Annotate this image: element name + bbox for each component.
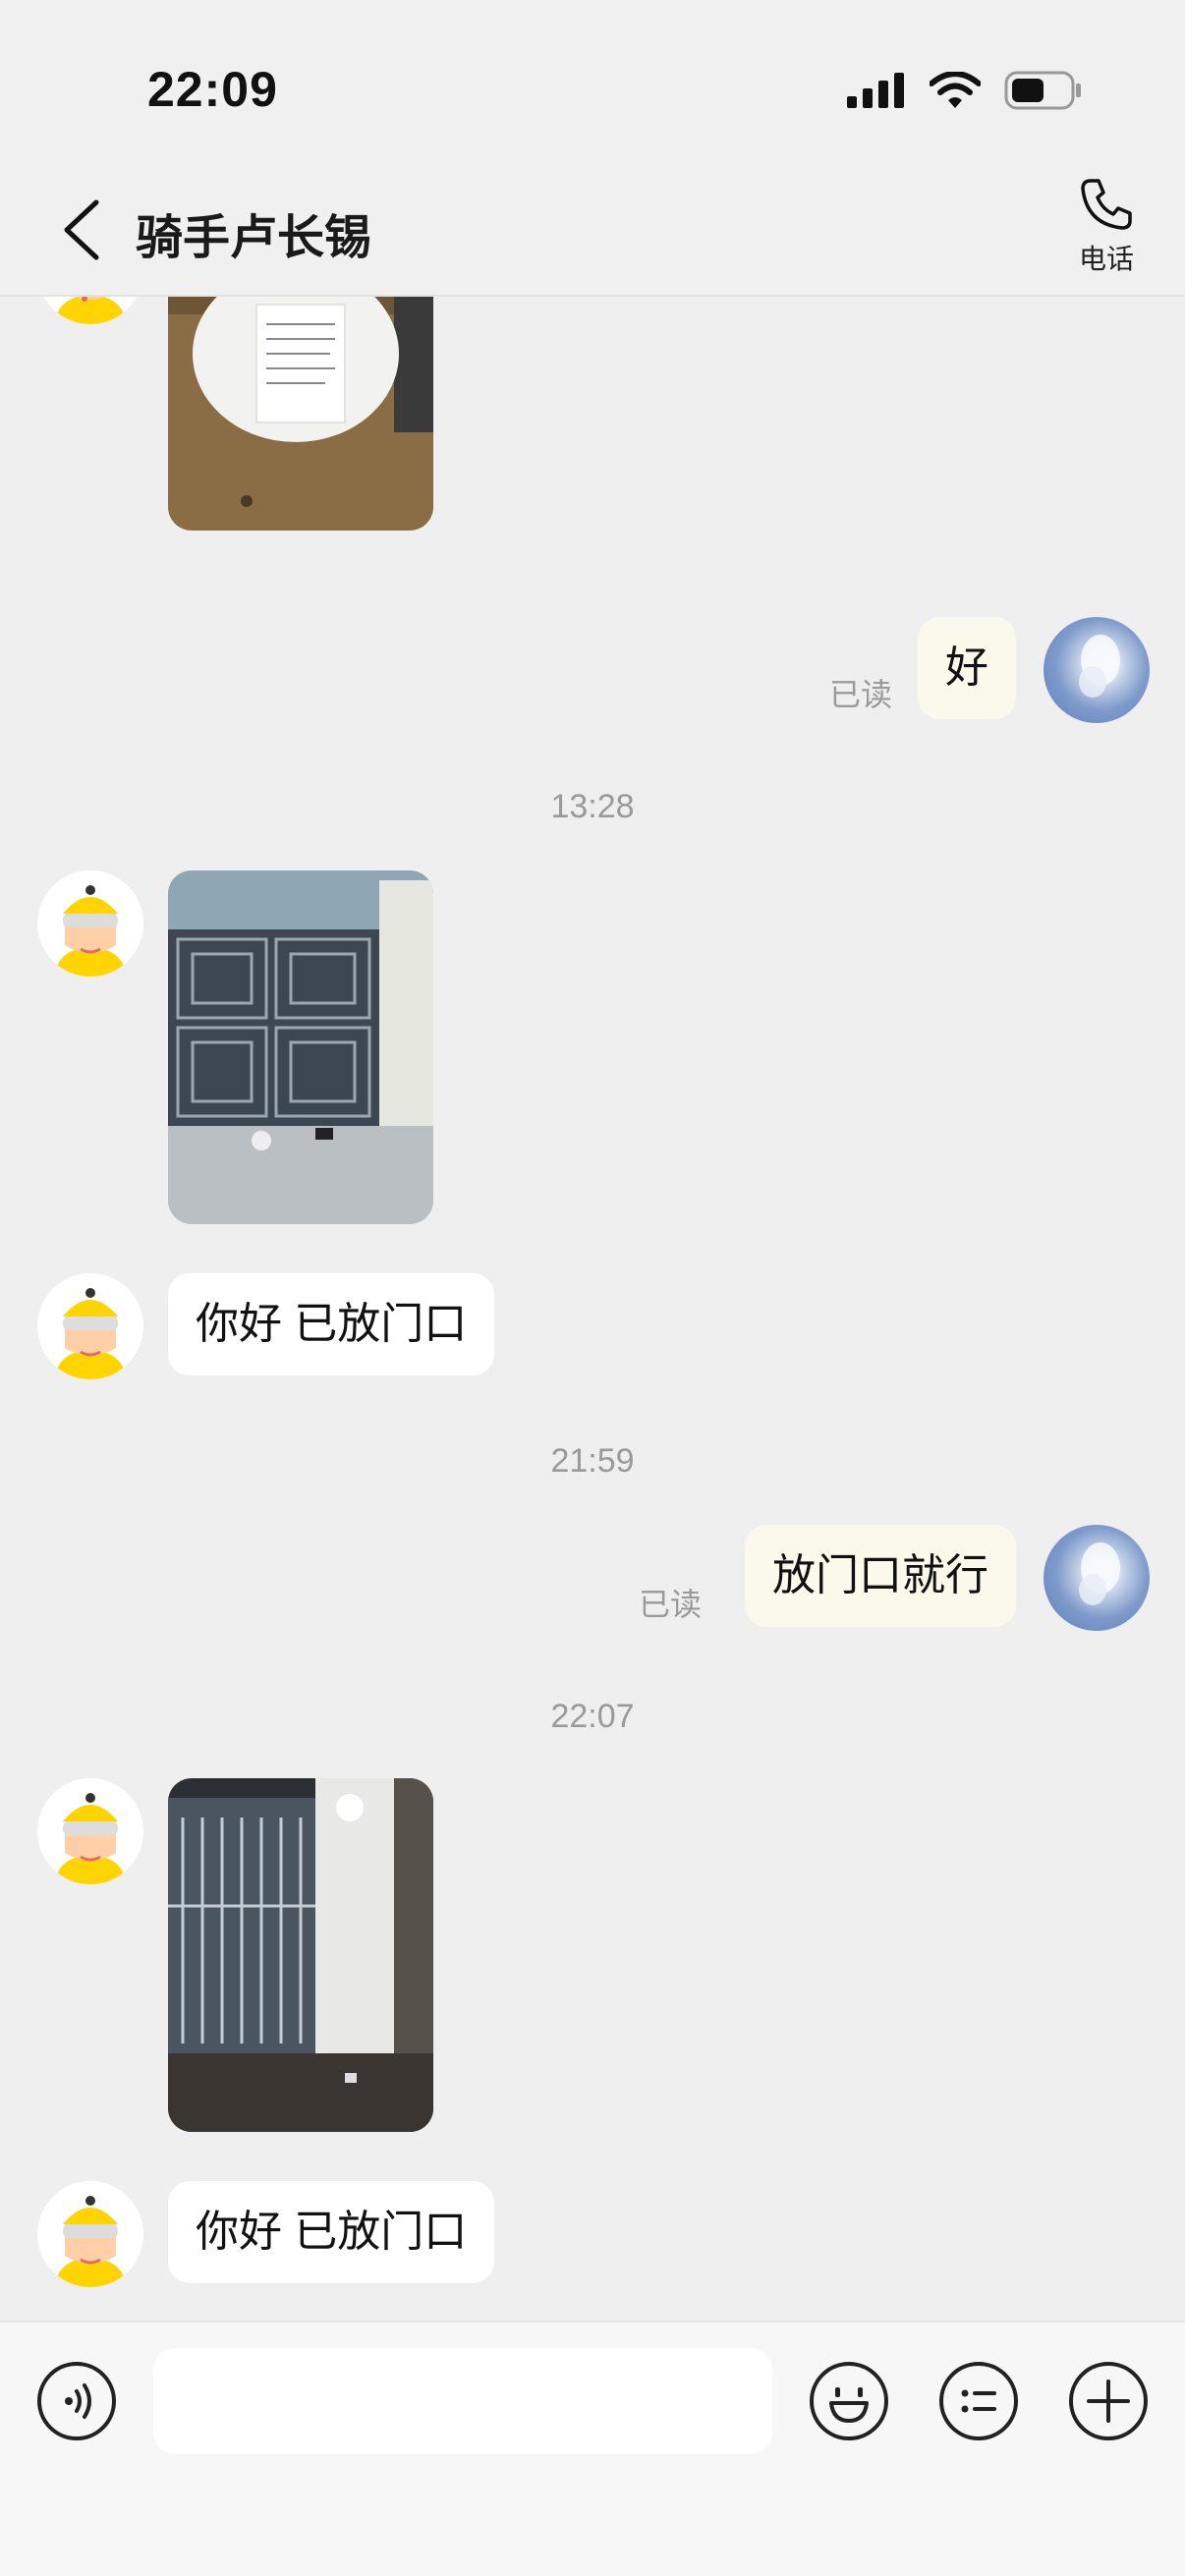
plus-icon bbox=[1087, 2380, 1130, 2423]
message-input[interactable] bbox=[153, 2348, 772, 2454]
delivery-photo-gate[interactable] bbox=[168, 870, 433, 1224]
smile-icon bbox=[829, 2387, 869, 2423]
voice-button[interactable] bbox=[37, 2362, 116, 2440]
more-button[interactable] bbox=[1069, 2362, 1148, 2440]
status-bar: 22:09 bbox=[0, 0, 1185, 157]
read-receipt: 已读 bbox=[639, 1587, 703, 1622]
chat-title: 骑手卢长锡 bbox=[136, 212, 372, 264]
input-bar bbox=[0, 2321, 1185, 2576]
battery-icon bbox=[1004, 71, 1081, 110]
chat-header: 骑手卢长锡 电话 bbox=[0, 157, 1185, 297]
delivery-photo-gate-night[interactable] bbox=[168, 1778, 433, 2132]
chevron-left-icon[interactable] bbox=[59, 198, 104, 261]
timestamp: 22:07 bbox=[550, 1698, 635, 1735]
status-icons bbox=[847, 71, 1083, 110]
call-label: 电话 bbox=[1078, 244, 1134, 274]
rider-avatar[interactable] bbox=[37, 1273, 143, 1379]
status-time: 22:09 bbox=[147, 62, 278, 117]
rider-avatar[interactable] bbox=[37, 1778, 143, 1884]
message-list[interactable]: 已读 好 13:28 你好 已放门口 21:59 已读 放门口就行 22:07 … bbox=[0, 297, 1185, 2321]
rider-avatar[interactable] bbox=[37, 2181, 143, 2287]
outgoing-message[interactable]: 好 bbox=[918, 617, 1016, 719]
timestamp: 13:28 bbox=[550, 788, 635, 825]
incoming-message[interactable]: 你好 已放门口 bbox=[168, 2181, 495, 2283]
list-icon bbox=[961, 2389, 996, 2413]
voice-icon bbox=[65, 2383, 91, 2419]
timestamp: 21:59 bbox=[550, 1442, 635, 1480]
incoming-message[interactable]: 你好 已放门口 bbox=[168, 1273, 495, 1375]
outgoing-message[interactable]: 放门口就行 bbox=[745, 1525, 1016, 1627]
rider-avatar[interactable] bbox=[37, 870, 143, 977]
user-avatar[interactable] bbox=[1044, 617, 1150, 723]
emoji-button[interactable] bbox=[810, 2362, 888, 2440]
call-button[interactable]: 电话 bbox=[1057, 175, 1156, 283]
quick-reply-button[interactable] bbox=[939, 2362, 1018, 2440]
read-receipt: 已读 bbox=[829, 677, 893, 712]
delivery-photo-package[interactable] bbox=[168, 297, 433, 531]
wifi-icon bbox=[930, 72, 981, 108]
user-avatar[interactable] bbox=[1044, 1525, 1150, 1631]
cellular-signal-icon bbox=[847, 73, 904, 108]
rider-avatar[interactable] bbox=[37, 297, 143, 324]
phone-icon bbox=[1081, 179, 1132, 230]
